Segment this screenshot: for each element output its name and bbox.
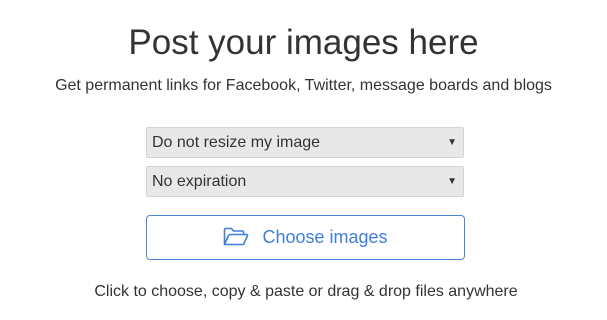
folder-open-icon bbox=[223, 227, 249, 247]
upload-hint: Click to choose, copy & paste or drag & … bbox=[94, 283, 518, 300]
expiration-select-value: No expiration bbox=[152, 173, 247, 190]
choose-images-button[interactable]: Choose images bbox=[146, 215, 465, 260]
choose-images-label: Choose images bbox=[262, 227, 388, 247]
upload-page: Post your images here Get permanent link… bbox=[0, 0, 607, 320]
page-title: Post your images here bbox=[128, 23, 479, 62]
dropdown-arrow-icon: ▼ bbox=[447, 137, 457, 148]
page-subtitle: Get permanent links for Facebook, Twitte… bbox=[55, 77, 552, 94]
resize-select[interactable]: Do not resize my image ▼ bbox=[146, 127, 464, 158]
dropdown-arrow-icon: ▼ bbox=[447, 176, 457, 187]
expiration-select[interactable]: No expiration ▼ bbox=[146, 166, 464, 197]
resize-select-value: Do not resize my image bbox=[152, 134, 321, 151]
